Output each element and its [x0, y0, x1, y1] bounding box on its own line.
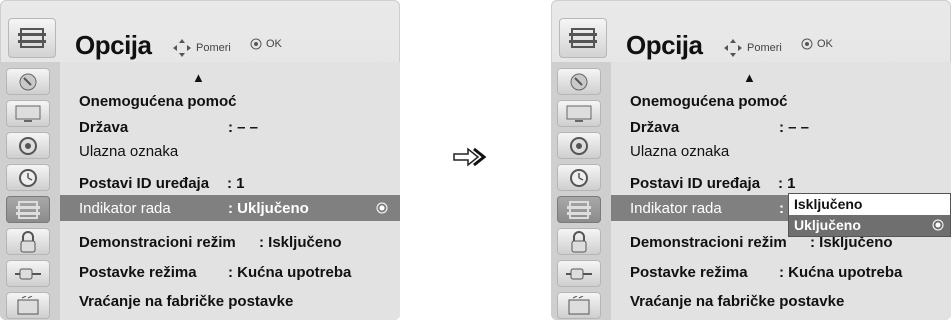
- menu-header: Opcija Pomeri OK: [0, 0, 400, 62]
- ok-button-icon: [250, 38, 262, 50]
- list-item[interactable]: Ulazna oznaka: [60, 138, 400, 164]
- input-icon[interactable]: [6, 260, 50, 287]
- option-list: ▲ Onemogućena pomoć Država : – – Ulazna …: [60, 62, 400, 320]
- usb-icon[interactable]: [6, 292, 50, 319]
- selected-radio-icon: [376, 201, 388, 218]
- page-title: Opcija: [75, 30, 152, 60]
- scroll-up-icon[interactable]: ▲: [192, 70, 205, 85]
- transition-arrow-icon: [452, 146, 488, 173]
- list-item[interactable]: Postavi ID uređaja : 1: [60, 170, 400, 196]
- clock-icon[interactable]: [6, 164, 50, 191]
- indikator-dropdown: Isključeno Uključeno: [788, 193, 951, 237]
- list-item[interactable]: Postavke režima : Kućna upotreba: [60, 259, 400, 285]
- category-sidebar: [551, 62, 611, 320]
- ok-hint: OK: [250, 38, 282, 50]
- list-item-selected[interactable]: Indikator rada : Uključeno: [60, 195, 400, 221]
- move-hint: Pomeri: [172, 38, 231, 58]
- dropdown-option-off[interactable]: Isključeno: [789, 194, 950, 216]
- option-icon[interactable]: [557, 196, 601, 223]
- ok-hint: OK: [801, 38, 833, 50]
- navigate-arrows-icon: [173, 39, 191, 57]
- usb-icon[interactable]: [557, 292, 601, 319]
- lock-icon[interactable]: [6, 228, 50, 255]
- option-icon: [559, 18, 607, 58]
- list-item[interactable]: Postavke režima : Kućna upotreba: [611, 259, 951, 285]
- list-item[interactable]: Onemogućena pomoć: [60, 88, 400, 114]
- menu-header: Opcija Pomeri OK: [551, 0, 951, 62]
- speaker-icon[interactable]: [557, 132, 601, 159]
- option-list: ▲ Onemogućena pomoć Država : – – Ulazna …: [611, 62, 951, 320]
- list-item[interactable]: Vraćanje na fabričke postavke: [611, 288, 951, 314]
- list-item[interactable]: Vraćanje na fabričke postavke: [60, 288, 400, 314]
- selected-radio-icon: [932, 218, 944, 234]
- page-title: Opcija: [626, 30, 703, 60]
- option-icon: [8, 18, 56, 58]
- list-item[interactable]: Država : – –: [611, 114, 951, 140]
- category-sidebar: [0, 62, 60, 320]
- option-menu-after: Opcija Pomeri OK ▲ Onemogućena pomoć Drž…: [551, 0, 951, 320]
- navigate-arrows-icon: [724, 39, 742, 57]
- lock-icon[interactable]: [557, 228, 601, 255]
- monitor-icon[interactable]: [557, 100, 601, 127]
- input-icon[interactable]: [557, 260, 601, 287]
- list-item[interactable]: Ulazna oznaka: [611, 138, 951, 164]
- satellite-icon[interactable]: [557, 68, 601, 95]
- monitor-icon[interactable]: [6, 100, 50, 127]
- option-menu-before: Opcija Pomeri OK ▲ Onemogućena pomoć Drž…: [0, 0, 400, 320]
- speaker-icon[interactable]: [6, 132, 50, 159]
- list-item[interactable]: Država : – –: [60, 114, 400, 140]
- list-item[interactable]: Demonstracioni režim : Isključeno: [60, 229, 400, 255]
- list-item[interactable]: Onemogućena pomoć: [611, 88, 951, 114]
- move-hint: Pomeri: [723, 38, 782, 58]
- dropdown-option-on[interactable]: Uključeno: [789, 215, 950, 236]
- satellite-icon[interactable]: [6, 68, 50, 95]
- clock-icon[interactable]: [557, 164, 601, 191]
- option-icon[interactable]: [6, 196, 50, 223]
- ok-button-icon: [801, 38, 813, 50]
- scroll-up-icon[interactable]: ▲: [743, 70, 756, 85]
